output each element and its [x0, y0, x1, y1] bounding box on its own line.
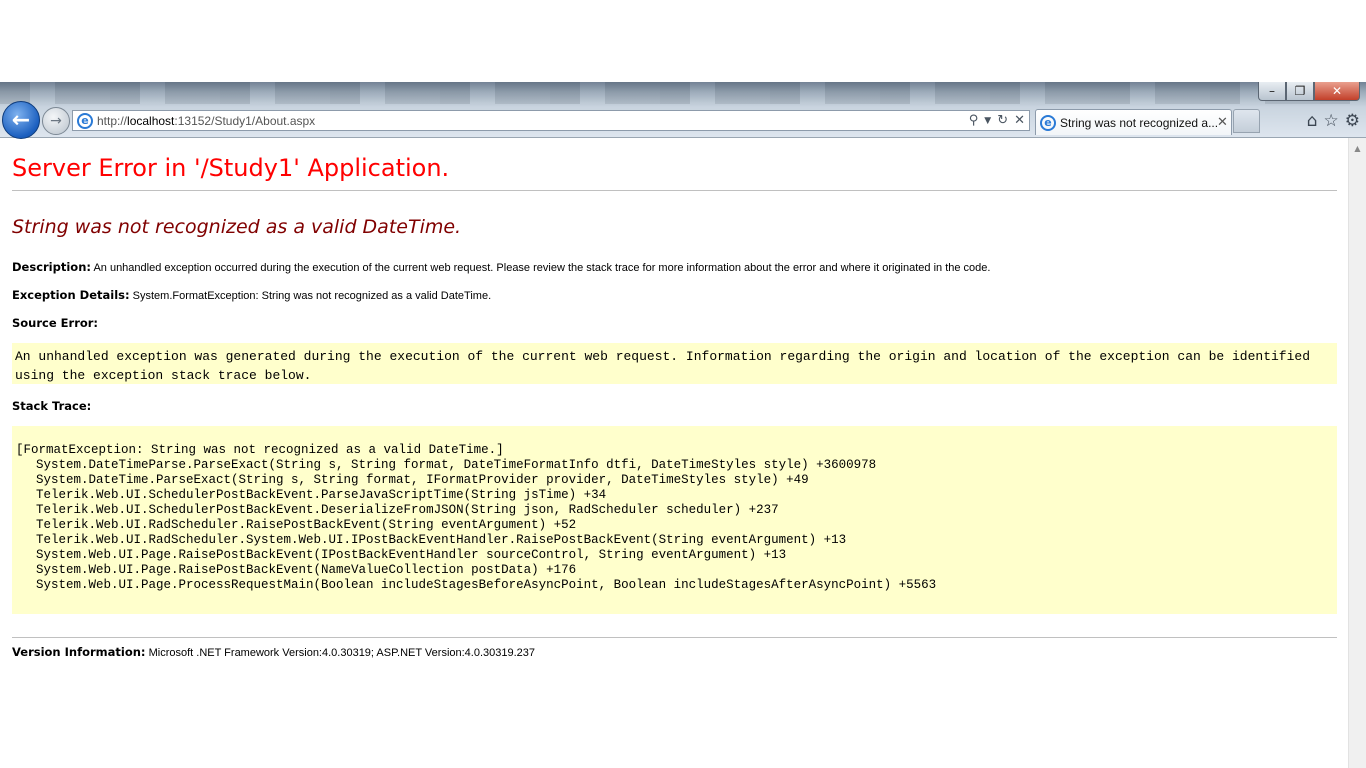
refresh-icon[interactable]: ↻ [997, 113, 1008, 129]
url-rest: :13152/Study1/About.aspx [174, 113, 316, 128]
restore-icon: ❐ [1294, 84, 1306, 98]
description-label: Description: [12, 260, 91, 274]
stack-trace-line: [FormatException: String was not recogni… [16, 443, 504, 457]
stack-trace-box: [FormatException: String was not recogni… [12, 426, 1337, 614]
version-label: Version Information: [12, 645, 146, 659]
scroll-up-icon[interactable]: ▲ [1349, 138, 1366, 153]
address-url[interactable]: http://localhost:13152/Study1/About.aspx [97, 114, 315, 128]
url-host: localhost [127, 113, 175, 128]
forward-arrow-icon: → [50, 113, 62, 129]
exception-row: Exception Details: System.FormatExceptio… [12, 288, 491, 302]
browser-tools: ⌂ ☆ ⚙ [1307, 111, 1360, 131]
window-controls: – ❐ ✕ [1258, 82, 1360, 102]
stack-trace-line: System.DateTime.ParseExact(String s, Str… [36, 473, 809, 487]
source-error-box: An unhandled exception was generated dur… [12, 343, 1337, 384]
source-error-text: An unhandled exception was generated dur… [15, 349, 1311, 383]
exception-label: Exception Details: [12, 288, 130, 302]
stack-trace-label: Stack Trace: [12, 399, 92, 413]
minimize-icon: – [1269, 84, 1275, 98]
stack-trace-line: System.DateTimeParse.ParseExact(String s… [36, 458, 877, 472]
exception-text: System.FormatException: String was not r… [132, 290, 492, 302]
home-icon[interactable]: ⌂ [1307, 111, 1318, 131]
version-text: Microsoft .NET Framework Version:4.0.303… [148, 647, 536, 659]
close-icon: ✕ [1331, 84, 1343, 98]
stop-icon[interactable]: ✕ [1014, 113, 1025, 129]
tab-title: String was not recognized a... [1060, 115, 1217, 130]
gear-icon[interactable]: ⚙ [1345, 111, 1360, 131]
ie-page-icon: e [77, 112, 93, 129]
address-bar[interactable]: e http://localhost:13152/Study1/About.as… [72, 110, 1030, 131]
search-icon[interactable]: ⚲ [969, 113, 979, 129]
restore-button[interactable]: ❐ [1286, 82, 1314, 101]
description-row: Description: An unhandled exception occu… [12, 260, 990, 274]
divider [12, 637, 1337, 638]
page-viewport: Server Error in '/Study1' Application. S… [0, 138, 1348, 768]
close-window-button[interactable]: ✕ [1314, 82, 1360, 101]
minimize-button[interactable]: – [1258, 82, 1286, 101]
stack-trace-line: System.Web.UI.Page.RaisePostBackEvent(IP… [36, 548, 787, 562]
star-icon[interactable]: ☆ [1324, 111, 1339, 131]
error-subtitle: String was not recognized as a valid Dat… [12, 216, 462, 238]
tab-active[interactable]: e String was not recognized a... ✕ [1035, 109, 1232, 135]
back-arrow-icon: ← [11, 107, 31, 133]
description-text: An unhandled exception occurred during t… [93, 262, 991, 274]
vertical-scrollbar[interactable]: ▲ [1348, 138, 1366, 768]
dropdown-arrow-icon[interactable]: ▼ [984, 113, 991, 129]
stack-trace-line: Telerik.Web.UI.RadScheduler.RaisePostBac… [36, 518, 577, 532]
tab-close-icon[interactable]: ✕ [1217, 115, 1231, 130]
source-error-row: Source Error: [12, 316, 98, 330]
version-row: Version Information: Microsoft .NET Fram… [12, 645, 535, 659]
stack-trace-row: Stack Trace: [12, 399, 91, 413]
tab-page-icon: e [1040, 114, 1056, 131]
stack-trace-line: Telerik.Web.UI.SchedulerPostBackEvent.Pa… [36, 488, 607, 502]
source-error-label: Source Error: [12, 316, 99, 330]
stack-trace-line: System.Web.UI.Page.RaisePostBackEvent(Na… [36, 563, 577, 577]
page-title: Server Error in '/Study1' Application. [12, 154, 1337, 191]
window-title-strip [0, 82, 1366, 104]
stack-trace-line: Telerik.Web.UI.RadScheduler.System.Web.U… [36, 533, 847, 547]
stack-trace-line: System.Web.UI.Page.ProcessRequestMain(Bo… [36, 578, 937, 592]
stack-trace-line: Telerik.Web.UI.SchedulerPostBackEvent.De… [36, 503, 779, 517]
forward-button[interactable]: → [42, 107, 70, 135]
new-tab-button[interactable] [1233, 109, 1260, 133]
back-button[interactable]: ← [2, 101, 40, 139]
url-prefix: http:// [97, 113, 128, 128]
